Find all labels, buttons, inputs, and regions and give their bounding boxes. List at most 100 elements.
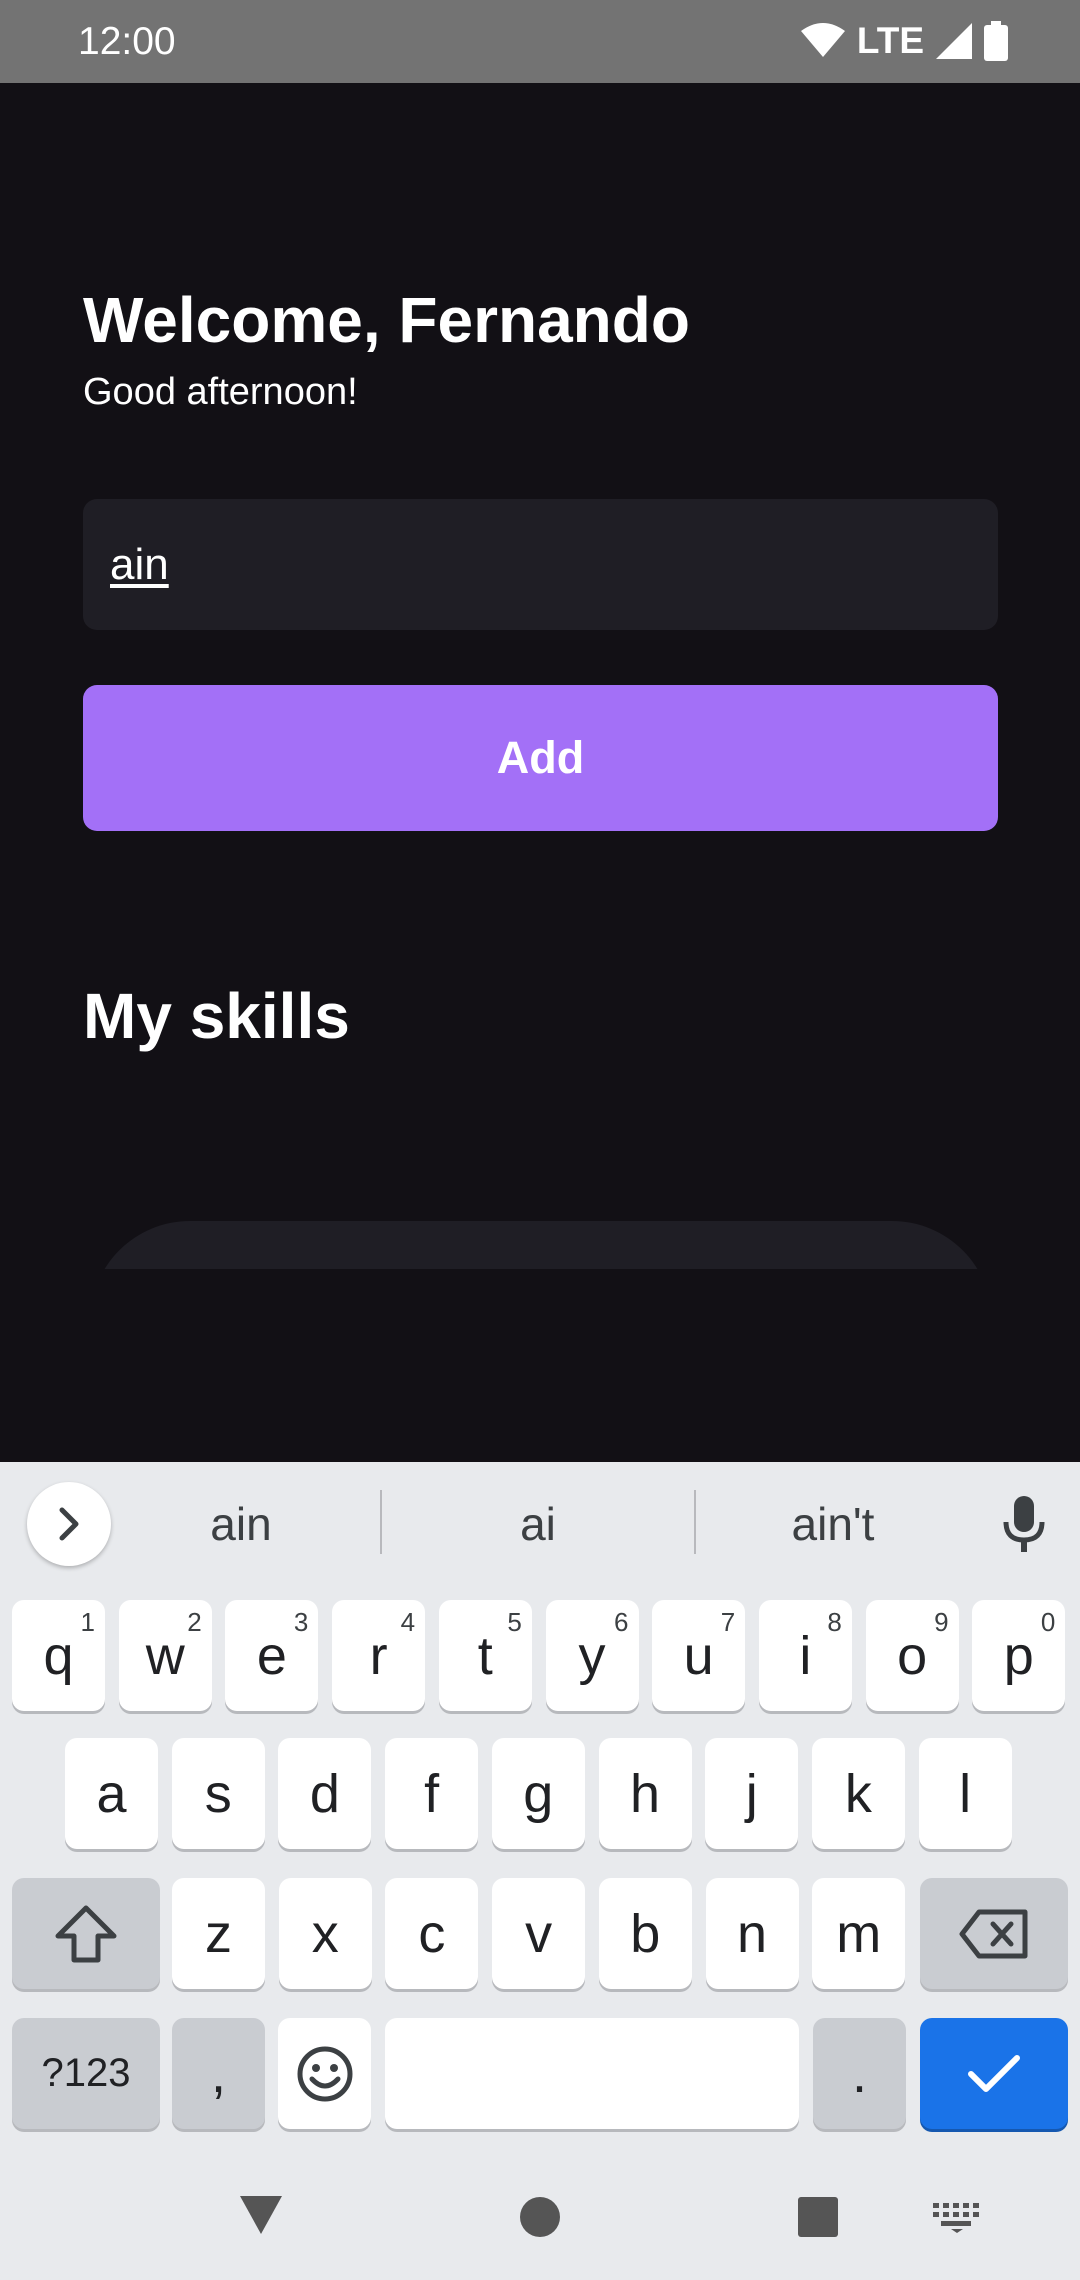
key-t-hint: 5 [507, 1607, 522, 1637]
add-button[interactable]: Add [83, 685, 998, 831]
network-type: LTE [856, 20, 924, 61]
key-a-label: a [96, 1763, 127, 1824]
key-x-label: x [311, 1903, 339, 1964]
key-i-label: i [799, 1625, 812, 1686]
key-w[interactable]: w2 [118, 1600, 212, 1711]
key-t-label: t [477, 1625, 493, 1686]
welcome-title: Welcome, Fernando [83, 284, 690, 356]
key-m[interactable]: m [812, 1878, 906, 1989]
key-s-label: s [204, 1763, 232, 1824]
key-i[interactable]: i8 [758, 1600, 852, 1711]
key-t[interactable]: t5 [438, 1600, 532, 1711]
key-a[interactable]: a [65, 1738, 158, 1849]
key-z[interactable]: z [172, 1878, 265, 1989]
key-p[interactable]: p0 [972, 1600, 1066, 1711]
key-g[interactable]: g [491, 1738, 585, 1849]
suggestion-1[interactable]: ain [141, 1492, 341, 1556]
comma-key[interactable]: , [172, 2018, 265, 2129]
key-u-hint: 7 [720, 1607, 736, 1637]
suggestion-3[interactable]: ain't [733, 1492, 933, 1556]
backspace-key[interactable] [920, 1878, 1068, 1989]
key-q-hint: 1 [80, 1607, 95, 1637]
key-c-label: c [418, 1903, 446, 1964]
suggestion-divider [694, 1490, 696, 1554]
key-f-label: f [424, 1763, 440, 1824]
key-j[interactable]: j [705, 1738, 799, 1849]
skill-input-value: ain [110, 539, 169, 589]
key-v[interactable]: v [492, 1878, 586, 1989]
key-z-label: z [205, 1903, 232, 1964]
key-h[interactable]: h [598, 1738, 692, 1849]
key-e-hint: 3 [293, 1607, 309, 1637]
back-icon[interactable] [236, 2190, 286, 2240]
suggestion-divider [380, 1490, 382, 1554]
status-time: 12:00 [78, 20, 176, 63]
key-g-label: g [523, 1763, 554, 1824]
key-r-label: r [369, 1625, 388, 1686]
status-icons: LTE [800, 18, 1008, 64]
status-bar: 12:00 LTE [0, 0, 1080, 83]
key-u-label: u [683, 1625, 714, 1686]
key-s[interactable]: s [171, 1738, 265, 1849]
period-key[interactable]: . [813, 2018, 906, 2129]
chevron-right-icon [59, 1507, 79, 1541]
key-o-label: o [897, 1625, 928, 1686]
emoji-key[interactable] [278, 2018, 371, 2129]
home-icon[interactable] [515, 2192, 565, 2242]
key-n[interactable]: n [705, 1878, 799, 1989]
battery-icon [984, 21, 1008, 61]
key-o[interactable]: o9 [865, 1600, 959, 1711]
key-i-hint: 8 [827, 1607, 842, 1637]
recents-icon[interactable] [793, 2192, 843, 2242]
key-e-label: e [256, 1625, 287, 1686]
keyboard-switch-icon[interactable] [930, 2198, 984, 2238]
expand-toolbar-button[interactable] [27, 1482, 111, 1566]
suggestion-2[interactable]: ai [438, 1492, 638, 1556]
shift-key[interactable] [12, 1878, 160, 1989]
key-k[interactable]: k [811, 1738, 905, 1849]
key-w-label: w [145, 1625, 185, 1686]
screen: 12:00 LTE Welcome, Fernando Good afterno… [0, 0, 1080, 2280]
key-d[interactable]: d [278, 1738, 372, 1849]
key-r[interactable]: r4 [332, 1600, 426, 1711]
key-r-hint: 4 [400, 1607, 416, 1637]
key-b-label: b [630, 1903, 661, 1964]
key-b[interactable]: b [598, 1878, 692, 1989]
key-l-label: l [959, 1763, 972, 1824]
key-h-label: h [629, 1763, 661, 1824]
emoji-icon [297, 2046, 352, 2101]
key-q[interactable]: q1 [12, 1600, 105, 1711]
key-x[interactable]: x [278, 1878, 372, 1989]
backspace-icon [959, 1909, 1028, 1958]
key-w-hint: 2 [187, 1607, 202, 1637]
key-n-label: n [736, 1903, 768, 1964]
key-c[interactable]: c [385, 1878, 479, 1989]
key-l[interactable]: l [918, 1738, 1012, 1849]
key-y-hint: 6 [614, 1607, 629, 1637]
enter-key[interactable] [920, 2018, 1068, 2129]
checkmark-icon [968, 2054, 1020, 2092]
greeting-text: Good afternoon! [83, 371, 358, 413]
key-k-label: k [844, 1763, 872, 1824]
key-o-hint: 9 [934, 1607, 949, 1637]
mic-icon[interactable] [1000, 1494, 1048, 1559]
key-p-label: p [1003, 1625, 1034, 1686]
key-y[interactable]: y6 [545, 1600, 639, 1711]
key-v-label: v [525, 1903, 553, 1964]
key-j-label: j [745, 1763, 758, 1824]
key-e[interactable]: e3 [225, 1600, 319, 1711]
key-q-label: q [43, 1625, 74, 1686]
symbols-key[interactable]: ?123 [12, 2018, 160, 2129]
space-key[interactable] [385, 2018, 799, 2129]
skill-card[interactable] [90, 1221, 992, 1269]
key-m-label: m [836, 1903, 882, 1964]
key-f[interactable]: f [385, 1738, 479, 1849]
key-y-label: y [578, 1625, 606, 1686]
key-d-label: d [309, 1763, 340, 1824]
my-skills-title: My skills [83, 980, 350, 1052]
app-content: Welcome, Fernando Good afternoon! ain Ad… [0, 83, 1080, 1462]
key-p-hint: 0 [1040, 1607, 1056, 1637]
skill-input[interactable]: ain [83, 499, 998, 630]
key-u[interactable]: u7 [652, 1600, 746, 1711]
wifi-icon [800, 23, 845, 57]
